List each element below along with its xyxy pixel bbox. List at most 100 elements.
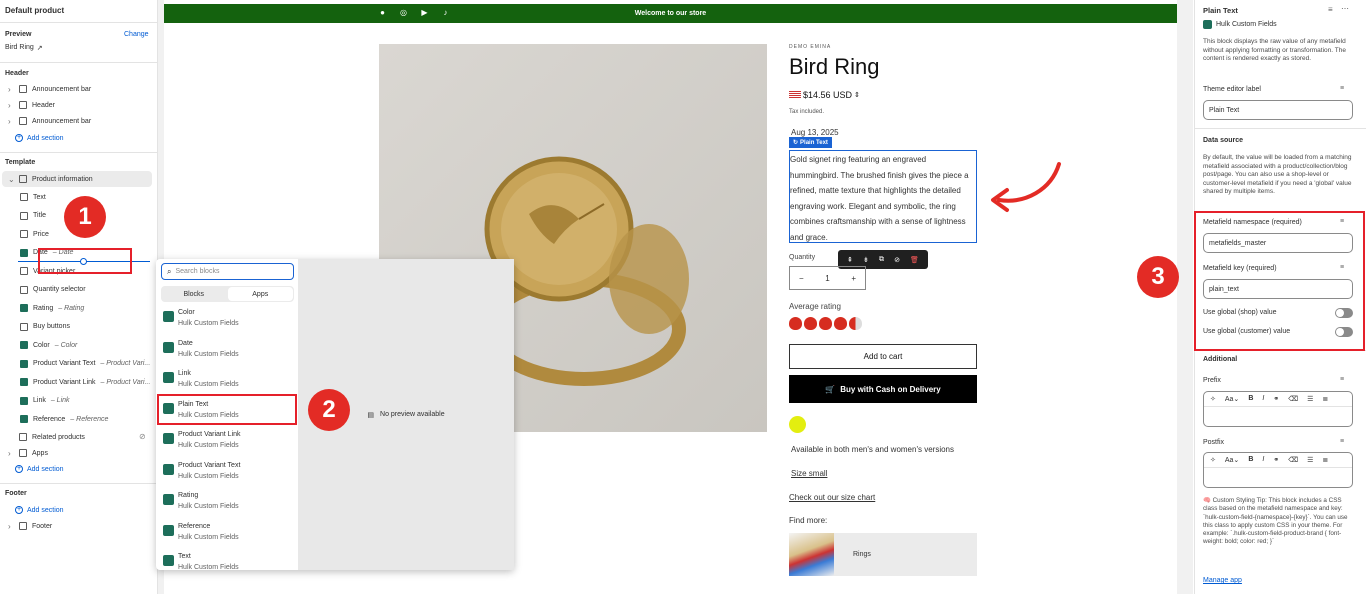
picker-item[interactable]: Rating Hulk Custom Fields bbox=[163, 491, 293, 520]
postfix-richtext[interactable]: ✧ Aa⌄ B I ⚭ ⌫ ☰ ≣ bbox=[1203, 452, 1353, 488]
delete-icon[interactable]: 🗑 bbox=[910, 256, 919, 264]
magic-icon[interactable]: ✧ bbox=[1210, 456, 1216, 464]
youtube-icon[interactable]: ▶ bbox=[420, 8, 429, 17]
template-add-section-button[interactable]: + Add section bbox=[15, 465, 64, 473]
price-selector[interactable]: $14.56 USD ⇕ bbox=[789, 90, 860, 100]
block-item[interactable]: Title bbox=[20, 209, 51, 223]
section-apps[interactable]: › Apps bbox=[8, 446, 48, 460]
plus-circle-icon: + bbox=[15, 134, 23, 142]
clear-format-icon[interactable]: ⌫ bbox=[1288, 395, 1298, 403]
section-icon bbox=[19, 175, 27, 183]
product-title: Bird Ring bbox=[789, 54, 880, 79]
add-to-cart-button[interactable]: Add to cart bbox=[789, 344, 977, 369]
chevron-right-icon: › bbox=[8, 521, 11, 531]
selected-block-tag[interactable]: ↻ Plain Text bbox=[789, 137, 832, 148]
reference-card[interactable]: Rings bbox=[789, 533, 977, 576]
picker-item[interactable]: Product Variant Text Hulk Custom Fields bbox=[163, 461, 293, 490]
tab-blocks[interactable]: Blocks bbox=[161, 286, 227, 302]
block-item[interactable]: Reference – Reference bbox=[20, 412, 108, 426]
chevron-right-icon: › bbox=[8, 84, 11, 94]
hulk-app-icon bbox=[163, 372, 174, 383]
change-link[interactable]: Change bbox=[124, 31, 149, 38]
header-item-header[interactable]: › Header bbox=[8, 98, 55, 112]
announcement-bar[interactable]: Welcome to our store bbox=[164, 4, 1177, 23]
numbered-list-icon[interactable]: ≣ bbox=[1322, 395, 1328, 403]
more-options-icon[interactable]: ⋯ bbox=[1341, 4, 1349, 13]
block-item-label: Price bbox=[33, 230, 49, 238]
link-icon[interactable]: ⚭ bbox=[1273, 456, 1279, 464]
bold-icon[interactable]: B bbox=[1248, 395, 1253, 403]
color-swatch[interactable] bbox=[789, 416, 806, 433]
tab-apps[interactable]: Apps bbox=[227, 287, 293, 301]
bold-icon[interactable]: B bbox=[1248, 456, 1253, 464]
rating-stars bbox=[789, 317, 862, 330]
buy-cod-button[interactable]: 🛒 Buy with Cash on Delivery bbox=[789, 375, 977, 403]
block-item[interactable]: Price bbox=[20, 227, 54, 241]
facebook-icon[interactable]: ● bbox=[378, 8, 387, 17]
block-item[interactable]: Buy buttons bbox=[20, 320, 75, 334]
hidden-eye-icon[interactable]: ⊘ bbox=[139, 432, 146, 441]
richtext-toolbar: ✧ Aa⌄ B I ⚭ ⌫ ☰ ≣ bbox=[1204, 392, 1352, 407]
size-chart-link[interactable]: Check out our size chart bbox=[789, 493, 875, 502]
database-icon[interactable]: ≡ bbox=[1328, 5, 1333, 14]
picker-item[interactable]: Color Hulk Custom Fields bbox=[163, 308, 293, 337]
block-item[interactable]: Link – Link bbox=[20, 394, 70, 408]
block-search-input[interactable]: ⌕ Search blocks bbox=[161, 263, 294, 280]
picker-item[interactable]: Text Hulk Custom Fields bbox=[163, 552, 293, 581]
quantity-plus-button[interactable]: + bbox=[851, 274, 856, 283]
plain-text-block[interactable]: Gold signet ring featuring an engraved h… bbox=[789, 150, 977, 243]
header-add-section-button[interactable]: + Add section bbox=[15, 134, 64, 142]
instagram-icon[interactable]: ◎ bbox=[399, 8, 408, 17]
italic-icon[interactable]: I bbox=[1262, 456, 1264, 464]
block-item[interactable]: Product Variant Text – Product Vari... bbox=[20, 357, 150, 371]
bullet-list-icon[interactable]: ☰ bbox=[1307, 395, 1313, 403]
numbered-list-icon[interactable]: ≣ bbox=[1322, 456, 1328, 464]
size-link[interactable]: Size small bbox=[791, 469, 827, 478]
italic-icon[interactable]: I bbox=[1262, 395, 1264, 403]
quantity-label: Quantity bbox=[789, 254, 816, 261]
hulk-app-icon bbox=[163, 433, 174, 444]
picker-item[interactable]: Product Variant Link Hulk Custom Fields bbox=[163, 430, 293, 459]
chevron-right-icon: › bbox=[8, 448, 11, 458]
block-item[interactable]: Color – Color bbox=[20, 338, 77, 352]
find-more-label: Find more: bbox=[789, 516, 828, 525]
picker-item[interactable]: Date Hulk Custom Fields bbox=[163, 339, 293, 368]
database-icon[interactable]: ≡ bbox=[1340, 376, 1344, 383]
hulk-app-icon bbox=[1203, 20, 1212, 29]
block-item[interactable]: Text bbox=[20, 190, 51, 204]
quantity-minus-button[interactable]: − bbox=[799, 274, 804, 283]
block-item-label: Link bbox=[33, 397, 46, 404]
header-item-announcement-bar[interactable]: › Announcement bar bbox=[8, 82, 91, 96]
section-related-products[interactable]: Related products bbox=[8, 430, 85, 444]
database-icon[interactable]: ≡ bbox=[1340, 438, 1344, 445]
link-icon[interactable]: ⚭ bbox=[1273, 395, 1279, 403]
block-item[interactable]: Quantity selector bbox=[20, 283, 91, 297]
manage-app-link[interactable]: Manage app bbox=[1203, 577, 1242, 584]
block-tabs: Blocks Apps bbox=[161, 286, 294, 302]
picker-item-source: Hulk Custom Fields bbox=[178, 442, 239, 449]
text-style-icon[interactable]: Aa⌄ bbox=[1225, 395, 1239, 403]
styling-tip: 🧠 Custom Styling Tip: This block include… bbox=[1203, 497, 1348, 546]
magic-icon[interactable]: ✧ bbox=[1210, 395, 1216, 403]
move-up-icon[interactable]: ⇞ bbox=[847, 256, 853, 264]
tiktok-icon[interactable]: ♪ bbox=[441, 8, 450, 17]
header-item-announcement-bar-2[interactable]: › Announcement bar bbox=[8, 114, 91, 128]
hide-icon[interactable]: ⊘ bbox=[894, 256, 900, 264]
picker-item[interactable]: Reference Hulk Custom Fields bbox=[163, 522, 293, 551]
text-style-icon[interactable]: Aa⌄ bbox=[1225, 456, 1239, 464]
section-footer[interactable]: › Footer bbox=[8, 519, 52, 533]
section-product-information[interactable]: ⌄ Product information bbox=[8, 172, 93, 186]
bullet-list-icon[interactable]: ☰ bbox=[1307, 456, 1313, 464]
preview-product[interactable]: Bird Ring ↗ bbox=[5, 44, 43, 52]
clear-format-icon[interactable]: ⌫ bbox=[1288, 456, 1298, 464]
duplicate-icon[interactable]: ⧉ bbox=[879, 256, 884, 264]
block-item[interactable]: Product Variant Link – Product Vari... bbox=[20, 375, 150, 389]
move-down-icon[interactable]: ⇟ bbox=[863, 256, 869, 264]
footer-add-section-button[interactable]: + Add section bbox=[15, 506, 64, 514]
block-item[interactable]: Rating – Rating bbox=[20, 301, 84, 315]
quantity-stepper[interactable]: − 1 + bbox=[789, 266, 866, 290]
database-icon[interactable]: ≡ bbox=[1340, 85, 1344, 92]
picker-item-source: Hulk Custom Fields bbox=[178, 533, 239, 541]
editor-label-input[interactable]: Plain Text bbox=[1203, 100, 1353, 120]
prefix-richtext[interactable]: ✧ Aa⌄ B I ⚭ ⌫ ☰ ≣ bbox=[1203, 391, 1353, 427]
